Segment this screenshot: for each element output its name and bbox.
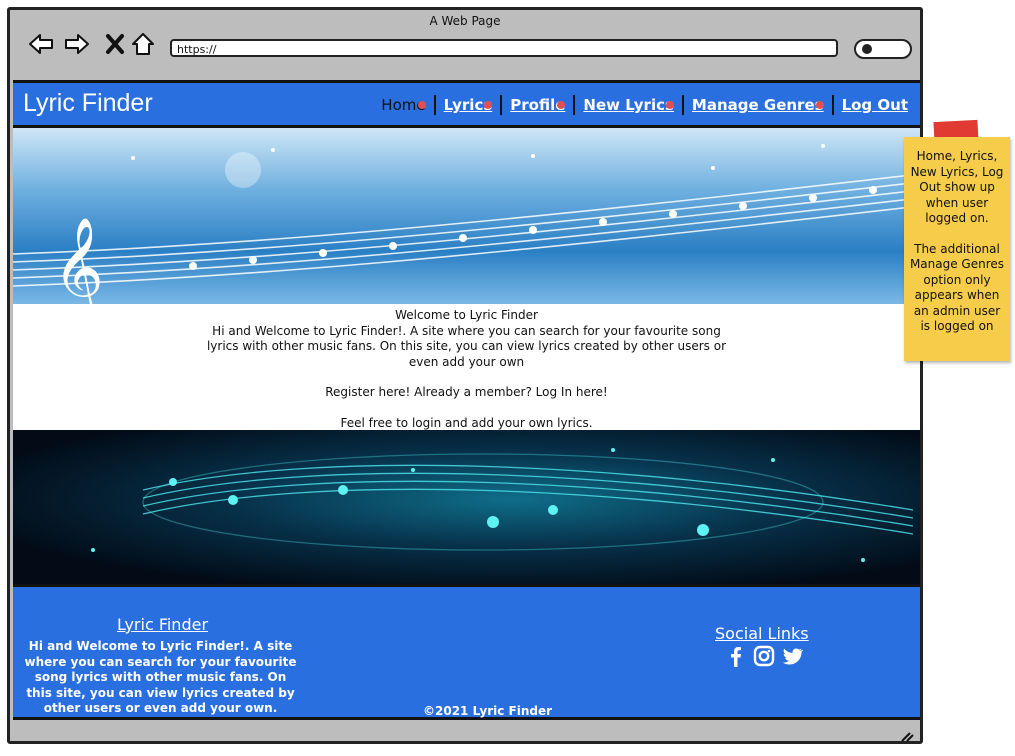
resize-handle-icon[interactable]	[900, 727, 914, 742]
sticky-note-line2: The additional Manage Genres option only…	[909, 241, 1005, 334]
browser-search[interactable]	[854, 39, 912, 59]
annotation-dot	[665, 101, 674, 109]
nav-manage-genres[interactable]: Manage Genres	[681, 95, 832, 115]
annotation-dot	[417, 101, 426, 109]
nav-new-lyrics[interactable]: New Lyrics	[573, 95, 681, 115]
footer-title[interactable]: Lyric Finder	[117, 615, 208, 634]
close-icon[interactable]	[102, 31, 128, 57]
nav-profile[interactable]: Profile	[500, 95, 573, 115]
nav-home[interactable]: Home	[373, 95, 433, 115]
welcome-cta: Feel free to login and add your own lyri…	[340, 415, 593, 430]
footer-text: Hi and Welcome to Lyric Finder!. A site …	[24, 639, 297, 715]
hero-banner-image: 𝄞	[13, 128, 920, 304]
welcome-section: Welcome to Lyric Finder Hi and Welcome t…	[13, 308, 920, 431]
search-icon	[862, 44, 872, 54]
twitter-icon[interactable]	[781, 645, 804, 667]
window-title: A Web Page	[429, 14, 501, 28]
nav-log-out[interactable]: Log Out	[831, 95, 916, 115]
register-prompt[interactable]: Register here! Already a member? Log In …	[197, 385, 737, 401]
svg-text:𝄞: 𝄞	[53, 217, 104, 304]
instagram-icon[interactable]	[753, 645, 775, 667]
music-staff-illustration: 𝄞	[13, 144, 920, 304]
glowing-notes-illustration	[91, 448, 914, 562]
facebook-icon[interactable]	[725, 645, 747, 667]
nav-new-lyrics-label: New Lyrics	[583, 96, 674, 114]
site-brand[interactable]: Lyric Finder	[23, 89, 153, 118]
annotation-dot	[815, 101, 824, 109]
page-content: Lyric Finder Home Lyrics Profile New Lyr…	[13, 80, 920, 720]
copyright-text: ©2021 Lyric Finder	[423, 704, 553, 718]
address-bar[interactable]: https://	[170, 39, 838, 57]
welcome-intro: Hi and Welcome to Lyric Finder!. A site …	[206, 323, 727, 369]
site-header: Lyric Finder Home Lyrics Profile New Lyr…	[13, 80, 920, 128]
browser-window: A Web Page https:// Lyric Finder Home Ly…	[7, 7, 923, 744]
nav-manage-genres-label: Manage Genres	[691, 96, 824, 114]
back-arrow-icon[interactable]	[28, 31, 54, 57]
sticky-note-line1: Home, Lyrics, New Lyrics, Log Out show u…	[910, 149, 1004, 225]
social-icons	[725, 645, 804, 667]
main-nav: Home Lyrics Profile New Lyrics Manage Ge…	[373, 95, 916, 115]
nav-lyrics[interactable]: Lyrics	[433, 95, 501, 115]
home-icon[interactable]	[130, 31, 156, 57]
welcome-title: Welcome to Lyric Finder	[395, 308, 538, 322]
site-footer: Lyric Finder Hi and Welcome to Lyric Fin…	[13, 584, 920, 720]
nav-log-out-label: Log Out	[841, 96, 908, 114]
forward-arrow-icon[interactable]	[64, 31, 90, 57]
music-banner-image	[13, 430, 920, 584]
social-links-title[interactable]: Social Links	[715, 624, 809, 643]
sticky-note: Home, Lyrics, New Lyrics, Log Out show u…	[904, 137, 1010, 361]
